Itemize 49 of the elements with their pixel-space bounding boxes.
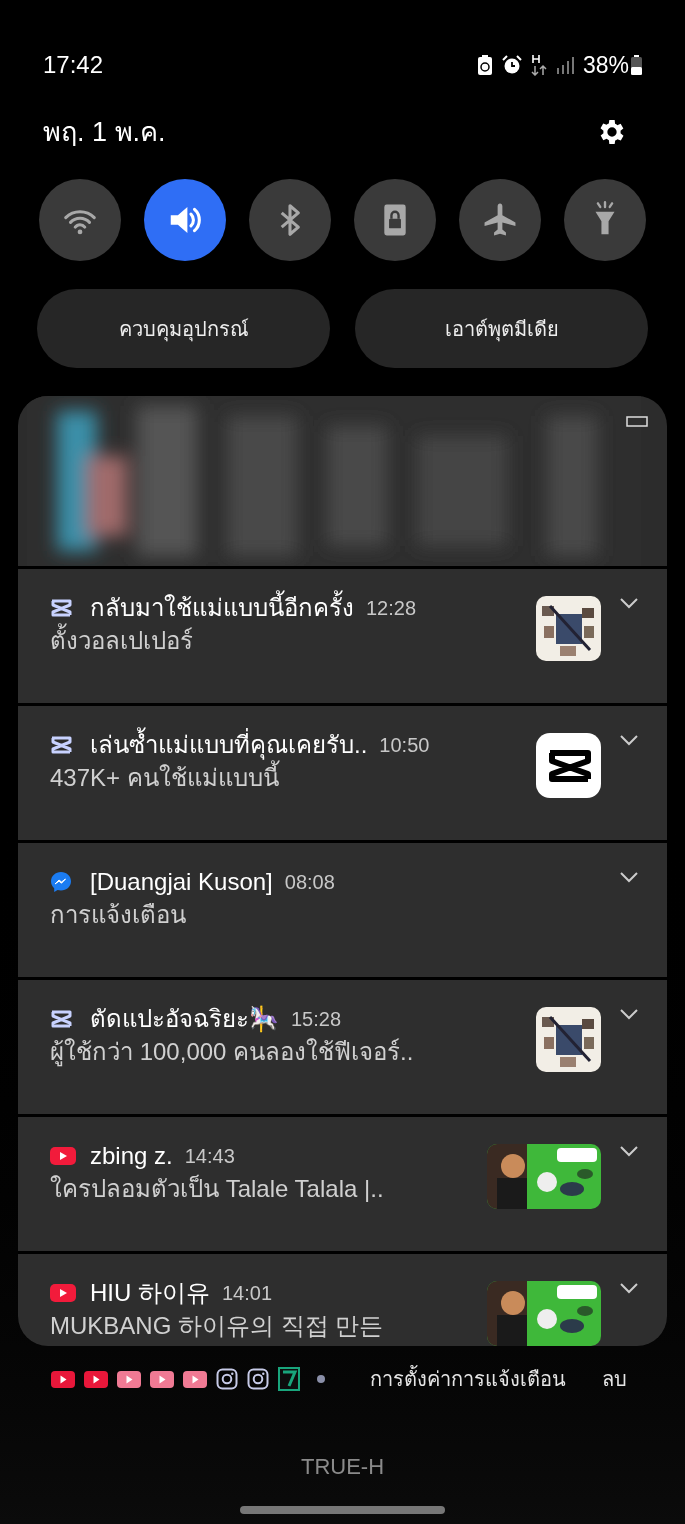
youtube-icon [50,1284,76,1302]
expand-chevron-icon[interactable] [619,1008,639,1020]
expand-chevron-icon[interactable] [619,597,639,609]
mobile-data-icon [530,54,547,76]
battery-saver-icon [476,55,493,75]
notification-time: 14:43 [184,1144,235,1169]
notification-card[interactable]: HIU 하이유 14:01 MUKBANG 하이유의 직접 만든 [18,1254,667,1346]
expand-chevron-icon[interactable] [619,734,639,746]
clock-time: 17:42 [43,53,104,77]
notification-card[interactable]: [Duangjai Kuson] 08:08 การแจ้งเตือน [18,843,667,977]
battery-percentage: 38% [582,53,629,77]
capcut-icon [50,1010,72,1028]
rectangle-icon [626,416,648,427]
notification-body: ใครปลอมตัวเป็น Talale Talala |.. [50,1173,385,1204]
capcut-icon [50,736,72,754]
notification-time: 12:28 [366,596,417,621]
notification-title: ตัดแปะอัจฉริยะ🎠 [90,1004,279,1035]
expand-chevron-icon[interactable] [619,871,639,883]
notification-body: ผู้ใช้กว่า 100,000 คนลองใช้ฟีเจอร์.. [50,1037,415,1068]
notification-body: MUKBANG 하이유의 직접 만든 [50,1311,385,1341]
expand-chevron-icon[interactable] [619,1145,639,1157]
date-label: พฤ. 1 พ.ค. [43,115,166,149]
capcut-icon [50,599,72,617]
notification-card[interactable]: zbing z. 14:43 ใครปลอมตัวเป็น Talale Talala |.. [18,1117,667,1251]
notification-title: HIU 하이유 [90,1278,210,1308]
alarm-icon [501,55,522,75]
notification-body: ตั้งวอลเปเปอร์ [50,625,536,657]
notification-card[interactable]: เล่นซ้ำแม่แบบที่คุณเคยรับ.. 10:50 437K+ คนใช้แม่แบบนี้ [18,706,667,840]
footer-button[interactable]: ลบ [602,1364,627,1394]
notification-body: 437K+ คนใช้แม่แบบนี้ [50,762,536,794]
notification-title: [Duangjai Kuson] [90,867,273,897]
carrier-name: TRUE-H [300,1453,385,1481]
footer-button[interactable]: การตั้งค่าการแจ้งเตือน [370,1364,566,1394]
notification-title: zbing z. [90,1141,173,1171]
notification-card[interactable]: กลับมาใช้แม่แบบนี้อีกครั้ง 12:28 ตั้งวอลเปเปอร์ [18,569,667,703]
notification-time: 10:50 [379,733,430,758]
notification-body: การแจ้งเตือน [50,900,187,930]
pill-button[interactable]: เอาต์พุตมีเดีย [355,289,648,368]
youtube-icon [50,1147,76,1165]
messenger-icon [50,871,72,893]
signal-icon [555,56,574,74]
battery-icon [631,55,642,75]
pill-button[interactable]: ควบคุมอุปกรณ์ [37,289,330,368]
notification-time: 15:28 [291,1007,342,1032]
notification-card[interactable]: ตัดแปะอัจฉริยะ🎠 15:28 ผู้ใช้กว่า 100,000 คนลองใช้ฟีเจอร์.. [18,980,667,1114]
notification-time: 14:01 [222,1281,273,1306]
expand-chevron-icon[interactable] [619,1282,639,1294]
notification-title: กลับมาใช้แม่แบบนี้อีกครั้ง [90,590,354,626]
notification-time: 08:08 [284,870,335,895]
